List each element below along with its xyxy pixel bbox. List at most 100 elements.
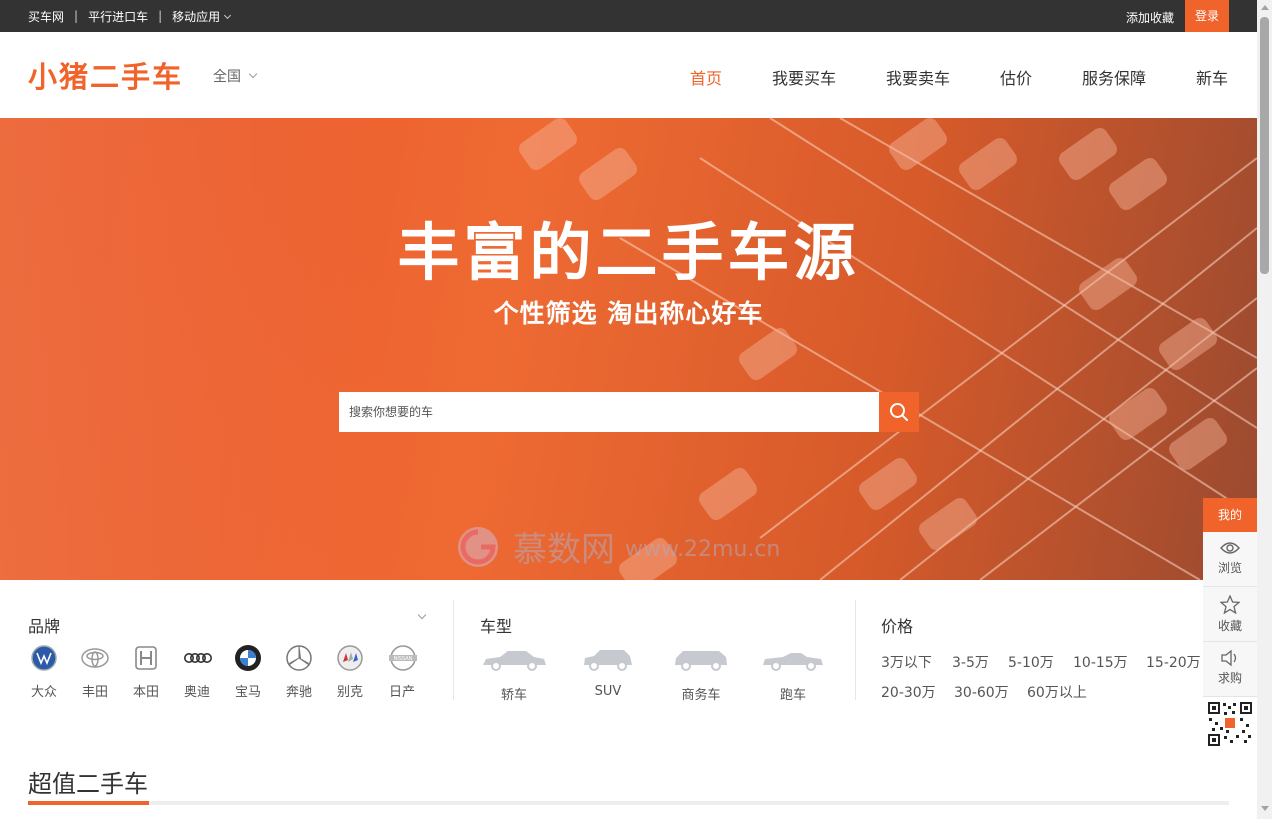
dock-browse[interactable]: 浏览 [1203, 532, 1257, 587]
nav-valuation[interactable]: 估价 [1000, 65, 1032, 89]
brand-toyota[interactable]: 丰田 [77, 644, 113, 700]
eye-icon [1220, 542, 1240, 554]
qr-code [1203, 697, 1257, 751]
type-mpv[interactable]: 商务车 [673, 648, 729, 703]
brand-nissan[interactable]: NISSAN 日产 [384, 644, 420, 700]
type-label: 跑车 [779, 688, 806, 703]
brand-buick[interactable]: 别克 [332, 644, 368, 700]
link-parallel-import[interactable]: 平行进口车 [88, 8, 148, 25]
hero-banner: 丰富的二手车源 个性筛选 淘出称心好车 慕数网 www.22mu.cn [0, 118, 1257, 580]
toyota-logo-icon [81, 648, 109, 668]
brand-label: 别克 [336, 685, 363, 700]
nissan-logo-icon: NISSAN [389, 645, 417, 671]
svg-text:NISSAN: NISSAN [394, 656, 413, 662]
buick-logo-icon [337, 645, 363, 671]
price-option[interactable]: 30-60万 [954, 682, 1009, 702]
dock-collect[interactable]: 收藏 [1203, 587, 1257, 642]
watermark: 慕数网 www.22mu.cn [455, 522, 780, 571]
sedan-icon [483, 651, 546, 671]
site-logo[interactable]: 小猪二手车 [28, 54, 183, 96]
brand-honda[interactable]: 本田 [128, 644, 164, 700]
honda-logo-icon [135, 646, 157, 670]
mpv-icon [675, 651, 727, 671]
type-label: SUV [594, 684, 622, 699]
separator: | [158, 9, 163, 23]
brand-audi[interactable]: 奥迪 [179, 644, 215, 700]
brand-bmw[interactable]: 宝马 [230, 644, 266, 700]
mercedes-logo-icon [286, 645, 312, 671]
nav-service[interactable]: 服务保障 [1082, 65, 1146, 89]
type-sports[interactable]: 跑车 [761, 648, 825, 703]
dock-mine[interactable]: 我的 [1203, 498, 1257, 532]
price-option[interactable]: 20-30万 [881, 682, 936, 702]
page-scrollbar[interactable] [1257, 0, 1272, 819]
city-selector[interactable]: 全国 [213, 66, 258, 86]
section-title: 超值二手车 [28, 770, 148, 798]
type-title: 车型 [480, 617, 513, 636]
brand-benz[interactable]: 奔驰 [281, 644, 317, 700]
filter-divider [855, 600, 856, 700]
dock-collect-label: 收藏 [1217, 619, 1242, 633]
separator: | [74, 9, 79, 23]
scroll-up-arrow-icon[interactable] [1261, 5, 1269, 10]
mobile-app-label: 移动应用 [172, 9, 221, 24]
search-icon [890, 403, 908, 421]
price-option[interactable]: 60万以上 [1027, 682, 1087, 702]
brand-vw[interactable]: 大众 [26, 644, 62, 700]
nav-sell-car[interactable]: 我要卖车 [886, 65, 950, 89]
chevron-down-icon[interactable] [417, 610, 427, 620]
scrollbar-thumb[interactable] [1260, 17, 1269, 274]
bmw-logo-icon [235, 645, 261, 671]
section-underline-active [28, 801, 149, 805]
chevron-down-icon [248, 69, 258, 79]
section-underline [28, 801, 1229, 805]
brand-label: 丰田 [81, 685, 108, 700]
vw-logo-icon [31, 645, 57, 671]
hero-title: 丰富的二手车源 [397, 216, 860, 289]
price-option[interactable]: 3万以下 [881, 652, 932, 672]
nav-buy-car[interactable]: 我要买车 [772, 65, 836, 89]
watermark-url: www.22mu.cn [625, 537, 781, 562]
scroll-down-arrow-icon[interactable] [1261, 806, 1269, 811]
link-buy-car[interactable]: 买车网 [28, 8, 64, 25]
type-sedan[interactable]: 轿车 [480, 648, 548, 703]
chevron-down-icon [224, 11, 232, 19]
brand-label: 大众 [30, 685, 57, 700]
nav-home[interactable]: 首页 [690, 65, 722, 89]
type-label: 轿车 [500, 688, 527, 703]
suv-icon [584, 650, 632, 671]
parking-lot-background [0, 118, 1257, 580]
filter-divider [453, 600, 454, 700]
nav-new-car[interactable]: 新车 [1196, 65, 1228, 89]
login-button[interactable]: 登录 [1185, 0, 1229, 32]
sports-car-icon [763, 653, 823, 671]
price-title: 价格 [881, 617, 914, 636]
brand-label: 奥迪 [183, 685, 210, 700]
hero-subtitle: 个性筛选 淘出称心好车 [493, 299, 764, 328]
city-label: 全国 [213, 69, 241, 85]
price-option[interactable]: 5-10万 [1008, 652, 1054, 672]
price-option[interactable]: 3-5万 [952, 652, 989, 672]
search-button[interactable] [879, 392, 919, 432]
price-option[interactable]: 15-20万 [1146, 652, 1201, 672]
speaker-icon [1221, 650, 1237, 666]
brand-label: 奔驰 [285, 685, 312, 700]
right-dock: 我的 浏览 收藏 求购 [1203, 498, 1257, 751]
dock-request-label: 求购 [1217, 671, 1242, 685]
site-header: 小猪二手车 全国 首页 我要买车 我要卖车 估价 服务保障 新车 [0, 32, 1257, 118]
add-favorite-link[interactable]: 添加收藏 [1126, 9, 1174, 26]
price-option[interactable]: 10-15万 [1073, 652, 1128, 672]
link-mobile-app[interactable]: 移动应用 [172, 8, 232, 25]
watermark-text: 慕数网 [513, 530, 615, 570]
dock-request[interactable]: 求购 [1203, 642, 1257, 697]
type-label: 商务车 [681, 688, 721, 703]
brand-title: 品牌 [28, 617, 61, 636]
star-icon [1220, 595, 1240, 614]
watermark-logo-icon [458, 526, 498, 567]
brand-label: 本田 [132, 685, 159, 700]
brand-label: 日产 [388, 685, 415, 700]
search-input[interactable] [339, 392, 879, 432]
top-bar: 买车网 | 平行进口车 | 移动应用 添加收藏 登录 [0, 0, 1257, 32]
type-suv[interactable]: SUV [582, 648, 634, 699]
dock-browse-label: 浏览 [1217, 561, 1242, 575]
